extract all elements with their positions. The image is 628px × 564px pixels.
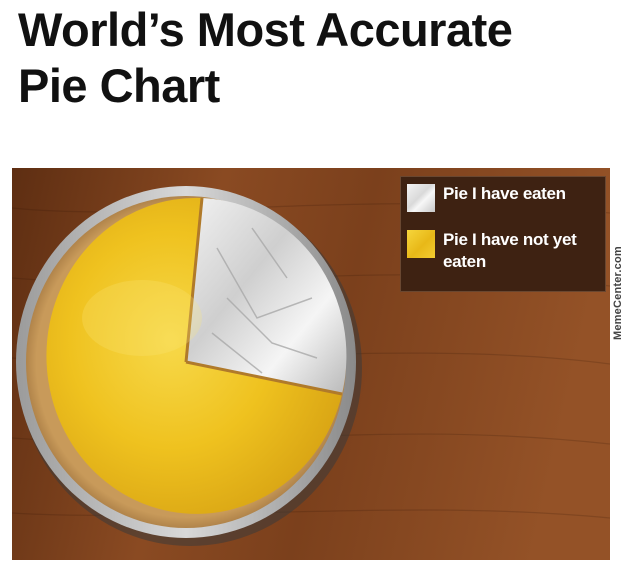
site-watermark: MemeCenter.com [612,246,624,340]
chart-legend: Pie I have eaten Pie I have not yet eate… [400,176,606,292]
filling-highlight [82,280,202,356]
title-line-2: Pie Chart [18,59,220,112]
legend-item-not-eaten: Pie I have not yet eaten [407,229,603,273]
title-line-1: World’s Most Accurate [18,3,513,56]
legend-swatch-eaten [407,184,435,212]
legend-label-not-eaten: Pie I have not yet eaten [443,230,577,271]
legend-item-eaten: Pie I have eaten [407,183,603,212]
page-title: World’s Most Accurate Pie Chart [18,2,618,114]
legend-label-eaten: Pie I have eaten [443,184,566,203]
legend-swatch-not-eaten [407,230,435,258]
